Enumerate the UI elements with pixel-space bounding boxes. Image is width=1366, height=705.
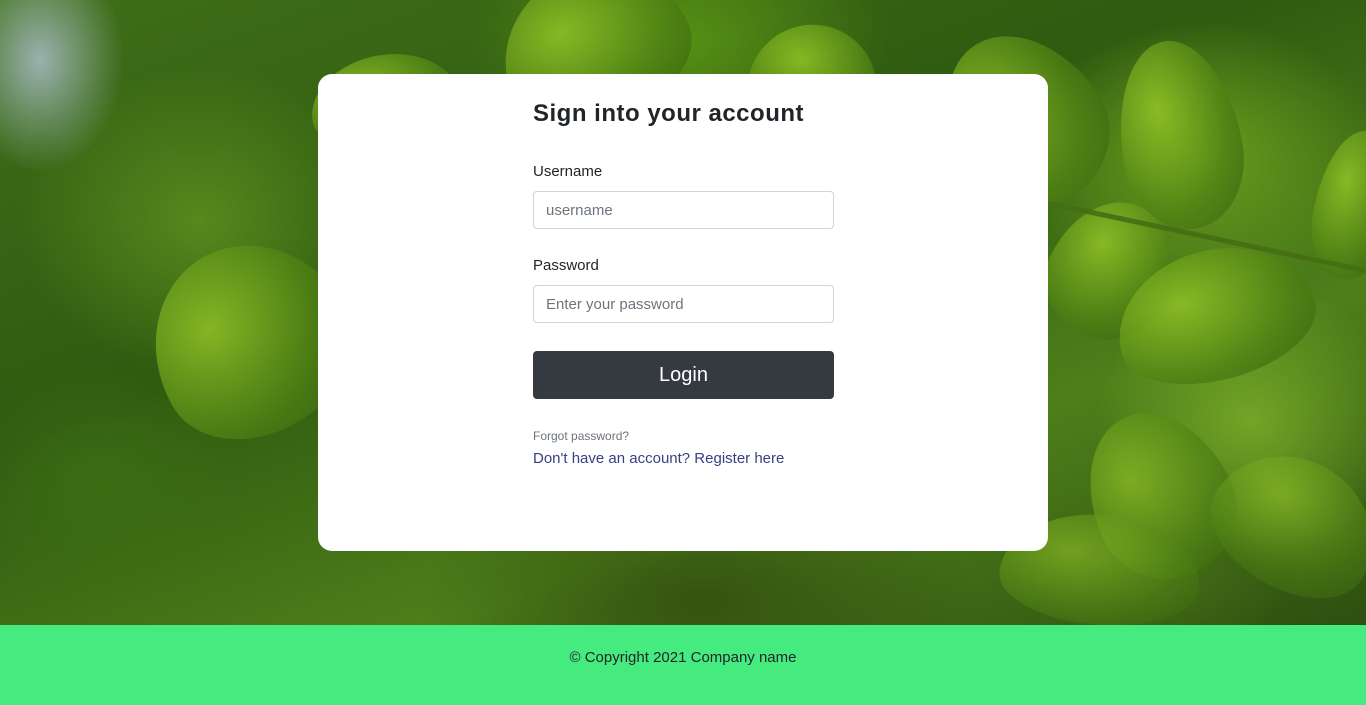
username-input[interactable]: [533, 191, 834, 229]
login-page: Sign into your account Username Password…: [0, 0, 1366, 705]
register-link[interactable]: Don't have an account? Register here: [533, 450, 784, 467]
username-label: Username: [533, 163, 603, 180]
password-input[interactable]: [533, 285, 834, 323]
login-button[interactable]: Login: [533, 351, 834, 399]
forgot-password-link[interactable]: Forgot password?: [533, 429, 629, 443]
page-title: Sign into your account: [533, 100, 805, 127]
password-label: Password: [533, 257, 599, 274]
login-card: Sign into your account Username Password…: [318, 74, 1048, 551]
copyright-text: © Copyright 2021 Company name: [569, 649, 797, 666]
footer: © Copyright 2021 Company name: [0, 625, 1366, 705]
